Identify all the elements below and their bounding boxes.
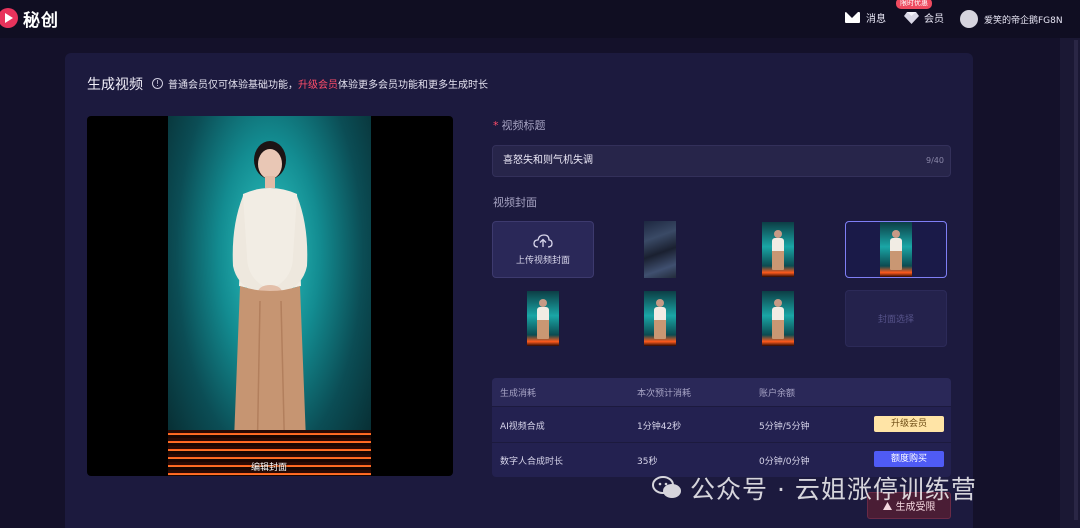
cover-option-4[interactable] xyxy=(492,290,594,347)
info-icon: ! xyxy=(152,78,163,89)
wechat-icon xyxy=(652,476,681,498)
digital-human-figure xyxy=(232,141,307,470)
notice-prefix: 普通会员仅可体验基础功能， xyxy=(168,80,298,91)
cloud-upload-icon xyxy=(533,233,553,248)
upgrade-link[interactable]: 升级会员 xyxy=(298,76,338,91)
cover-option-5[interactable] xyxy=(609,290,711,347)
row-balance: 0分钟/0分钟 xyxy=(759,457,810,467)
video-title-input[interactable]: 喜怒失和则气机失调 xyxy=(492,145,951,177)
wechat-watermark: 公众号 · 云姐涨停训练营 xyxy=(652,470,977,506)
cover-option-2[interactable] xyxy=(727,221,829,278)
top-bar: 秘创 消息 限时优惠 会员 爱笑的帝企鹅FG8N xyxy=(0,0,1080,38)
page-title: 生成视频 xyxy=(87,77,143,93)
upload-cover-label: 上传视频封面 xyxy=(515,255,570,266)
row-balance: 5分钟/5分钟 xyxy=(759,422,810,432)
cost-table-header xyxy=(492,378,951,406)
mail-icon xyxy=(845,12,860,23)
app-logo[interactable]: 秘创 xyxy=(0,6,59,31)
cover-thumbnail xyxy=(644,221,676,278)
promo-badge: 限时优惠 xyxy=(896,0,932,9)
vip-label: 会员 xyxy=(924,14,944,25)
header-cost: 生成消耗 xyxy=(500,389,537,399)
user-menu[interactable]: 爱笑的帝企鹅FG8N xyxy=(960,10,1063,28)
cover-thumbnail xyxy=(527,291,559,346)
required-asterisk: * xyxy=(493,119,499,132)
scrollbar-thumb[interactable] xyxy=(1074,40,1078,520)
upload-cover-button[interactable]: 上传视频封面 xyxy=(492,221,594,278)
avatar xyxy=(960,10,978,28)
row-estimate: 35秒 xyxy=(637,457,658,467)
cover-thumbnail xyxy=(762,291,794,346)
row-estimate: 1分钟42秒 xyxy=(637,422,682,432)
upgrade-vip-button[interactable]: 升级会员 xyxy=(874,416,944,432)
cover-thumbnail xyxy=(880,222,912,277)
messages-label: 消息 xyxy=(866,14,886,25)
diamond-icon xyxy=(904,12,919,24)
notice-suffix: 体验更多会员功能和更多生成时长 xyxy=(338,80,488,91)
header-balance: 账户余额 xyxy=(759,389,796,399)
edit-cover-button[interactable]: 编辑封面 xyxy=(251,460,287,473)
member-notice: ! 普通会员仅可体验基础功能， 升级会员 体验更多会员功能和更多生成时长 xyxy=(152,76,488,91)
cover-option-1[interactable] xyxy=(609,221,711,278)
title-char-count: 9/40 xyxy=(926,156,944,165)
row-item: AI视频合成 xyxy=(500,422,545,432)
cover-field-label: 视频封面 xyxy=(493,196,537,209)
preview-stage xyxy=(168,116,371,476)
cover-thumbnail xyxy=(762,222,794,277)
row-divider xyxy=(492,442,951,443)
vip-nav[interactable]: 会员 xyxy=(904,10,944,25)
messages-nav[interactable]: 消息 xyxy=(845,10,886,25)
play-logo-icon xyxy=(0,8,18,28)
video-preview[interactable]: 编辑封面 xyxy=(87,116,453,476)
header-estimate: 本次预计消耗 xyxy=(637,389,692,399)
cover-option-6[interactable] xyxy=(727,290,829,347)
title-field-label: * 视频标题 xyxy=(493,117,546,133)
cover-select-label: 封面选择 xyxy=(877,315,914,325)
cover-select-button[interactable]: 封面选择 xyxy=(845,290,947,347)
cover-thumbnail xyxy=(644,291,676,346)
row-item: 数字人合成时长 xyxy=(500,457,564,467)
title-label-text: 视频标题 xyxy=(501,119,546,132)
row-divider xyxy=(492,406,951,407)
username: 爱笑的帝企鹅FG8N xyxy=(984,15,1063,26)
buy-quota-button[interactable]: 额度购买 xyxy=(874,451,944,467)
cover-option-3-selected[interactable] xyxy=(845,221,947,278)
logo-text: 秘创 xyxy=(23,10,59,31)
watermark-text: 公众号 · 云姐涨停训练营 xyxy=(690,475,977,504)
